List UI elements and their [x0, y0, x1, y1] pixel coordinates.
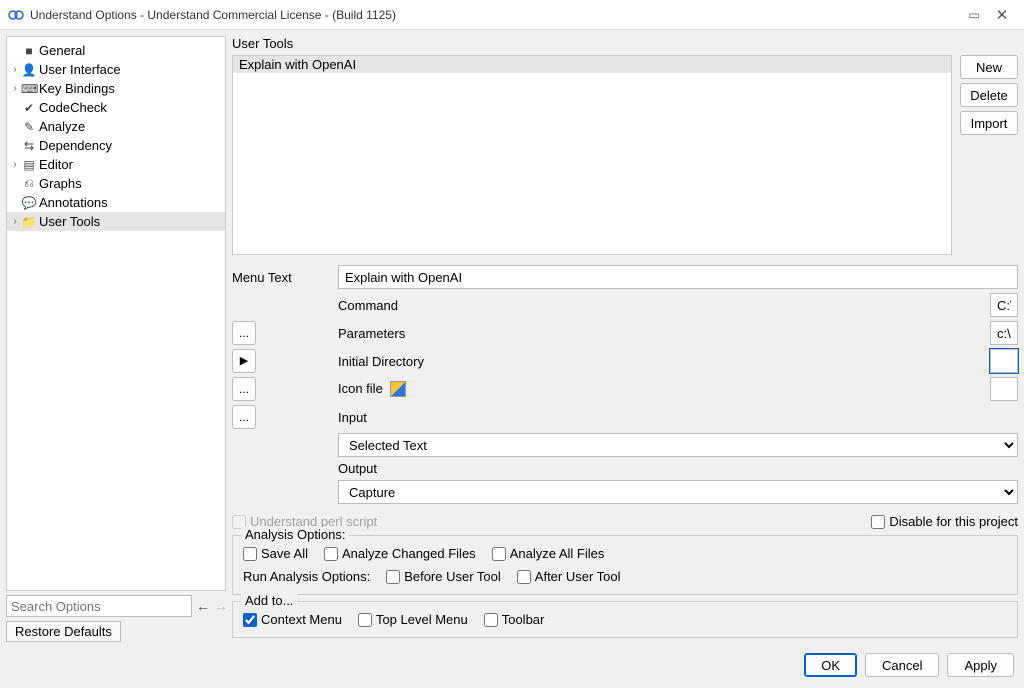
main-panel: User Tools Explain with OpenAI New Delet…: [232, 36, 1018, 642]
sidebar-item-dependency[interactable]: ⇆Dependency: [7, 136, 225, 155]
tree-item-label: Graphs: [39, 176, 82, 191]
tree-item-label: Key Bindings: [39, 81, 115, 96]
tree-item-label: User Tools: [39, 214, 100, 229]
tree-item-label: Annotations: [39, 195, 108, 210]
icon-file-browse-button[interactable]: ...: [232, 405, 256, 429]
menu-text-label: Menu Text: [232, 270, 332, 285]
output-label: Output: [338, 461, 984, 476]
input-select[interactable]: Selected Text: [338, 433, 1018, 457]
tree-item-icon: ✔: [21, 101, 37, 115]
options-tree[interactable]: ■General›👤User Interface›⌨Key Bindings✔C…: [6, 36, 226, 591]
top-level-menu-checkbox[interactable]: Top Level Menu: [358, 612, 468, 627]
ok-button[interactable]: OK: [804, 653, 857, 677]
initial-dir-label: Initial Directory: [338, 354, 984, 369]
run-analysis-label: Run Analysis Options:: [243, 569, 370, 584]
window-title: Understand Options - Understand Commerci…: [30, 8, 960, 22]
expand-icon[interactable]: ›: [9, 64, 21, 75]
parameters-field[interactable]: [990, 321, 1018, 345]
icon-preview-icon: [390, 381, 406, 397]
tree-item-icon: ⌨: [21, 82, 37, 96]
sidebar: ■General›👤User Interface›⌨Key Bindings✔C…: [6, 36, 226, 642]
tree-item-label: Editor: [39, 157, 73, 172]
tree-item-icon: ⇆: [21, 139, 37, 153]
parameters-expand-button[interactable]: ▶: [232, 349, 256, 373]
add-to-group: Add to... Context Menu Top Level Menu To…: [232, 601, 1018, 638]
nav-back-icon[interactable]: ←: [196, 598, 210, 614]
icon-file-field[interactable]: [990, 377, 1018, 401]
tree-item-label: User Interface: [39, 62, 121, 77]
after-tool-checkbox[interactable]: After User Tool: [517, 569, 621, 584]
user-tools-list[interactable]: Explain with OpenAI: [232, 55, 952, 255]
add-to-legend: Add to...: [241, 593, 297, 608]
delete-button[interactable]: Delete: [960, 83, 1018, 107]
command-browse-button[interactable]: ...: [232, 321, 256, 345]
context-menu-checkbox[interactable]: Context Menu: [243, 612, 342, 627]
parameters-label: Parameters: [338, 326, 984, 341]
icon-file-label: Icon file: [338, 381, 984, 398]
sidebar-item-analyze[interactable]: ✎Analyze: [7, 117, 225, 136]
command-label: Command: [338, 298, 984, 313]
expand-icon[interactable]: ›: [9, 159, 21, 170]
tree-item-label: General: [39, 43, 85, 58]
restore-defaults-button[interactable]: Restore Defaults: [6, 621, 121, 642]
import-button[interactable]: Import: [960, 111, 1018, 135]
expand-icon[interactable]: ›: [9, 216, 21, 227]
nav-forward-icon[interactable]: →: [214, 598, 228, 614]
sidebar-item-general[interactable]: ■General: [7, 41, 225, 60]
tree-item-icon: 👤: [21, 63, 37, 77]
tree-item-label: Dependency: [39, 138, 112, 153]
sidebar-item-codecheck[interactable]: ✔CodeCheck: [7, 98, 225, 117]
tree-item-icon: 💬: [21, 196, 37, 210]
tree-item-icon: ⎌: [21, 176, 37, 191]
maximize-icon[interactable]: ▭: [960, 8, 988, 22]
sidebar-item-annotations[interactable]: 💬Annotations: [7, 193, 225, 212]
close-icon[interactable]: ✕: [988, 6, 1016, 24]
command-field[interactable]: [990, 293, 1018, 317]
expand-icon[interactable]: ›: [9, 83, 21, 94]
dialog-footer: OK Cancel Apply: [0, 648, 1024, 682]
section-title: User Tools: [232, 36, 1018, 51]
cancel-button[interactable]: Cancel: [865, 653, 939, 677]
tree-item-icon: 📁: [21, 215, 37, 229]
analysis-options-group: Analysis Options: Save All Analyze Chang…: [232, 535, 1018, 595]
menu-text-field[interactable]: [338, 265, 1018, 289]
toolbar-checkbox[interactable]: Toolbar: [484, 612, 545, 627]
output-select[interactable]: Capture: [338, 480, 1018, 504]
sidebar-item-editor[interactable]: ›▤Editor: [7, 155, 225, 174]
before-tool-checkbox[interactable]: Before User Tool: [386, 569, 501, 584]
titlebar: Understand Options - Understand Commerci…: [0, 0, 1024, 30]
tree-item-label: CodeCheck: [39, 100, 107, 115]
disable-project-checkbox[interactable]: Disable for this project: [871, 514, 1018, 529]
input-label: Input: [338, 410, 984, 425]
tree-item-icon: ■: [21, 44, 37, 58]
sidebar-item-key-bindings[interactable]: ›⌨Key Bindings: [7, 79, 225, 98]
analyze-changed-checkbox[interactable]: Analyze Changed Files: [324, 546, 476, 561]
app-icon: [8, 7, 24, 23]
apply-button[interactable]: Apply: [947, 653, 1014, 677]
tree-item-icon: ▤: [21, 158, 37, 172]
new-button[interactable]: New: [960, 55, 1018, 79]
initial-dir-field[interactable]: [990, 349, 1018, 373]
analyze-all-checkbox[interactable]: Analyze All Files: [492, 546, 605, 561]
sidebar-item-graphs[interactable]: ⎌Graphs: [7, 174, 225, 193]
initial-dir-browse-button[interactable]: ...: [232, 377, 256, 401]
tree-item-label: Analyze: [39, 119, 85, 134]
tree-item-icon: ✎: [21, 120, 37, 134]
list-item[interactable]: Explain with OpenAI: [233, 56, 951, 73]
sidebar-item-user-tools[interactable]: ›📁User Tools: [7, 212, 225, 231]
sidebar-item-user-interface[interactable]: ›👤User Interface: [7, 60, 225, 79]
analysis-legend: Analysis Options:: [241, 527, 349, 542]
search-input[interactable]: [6, 595, 192, 617]
save-all-checkbox[interactable]: Save All: [243, 546, 308, 561]
